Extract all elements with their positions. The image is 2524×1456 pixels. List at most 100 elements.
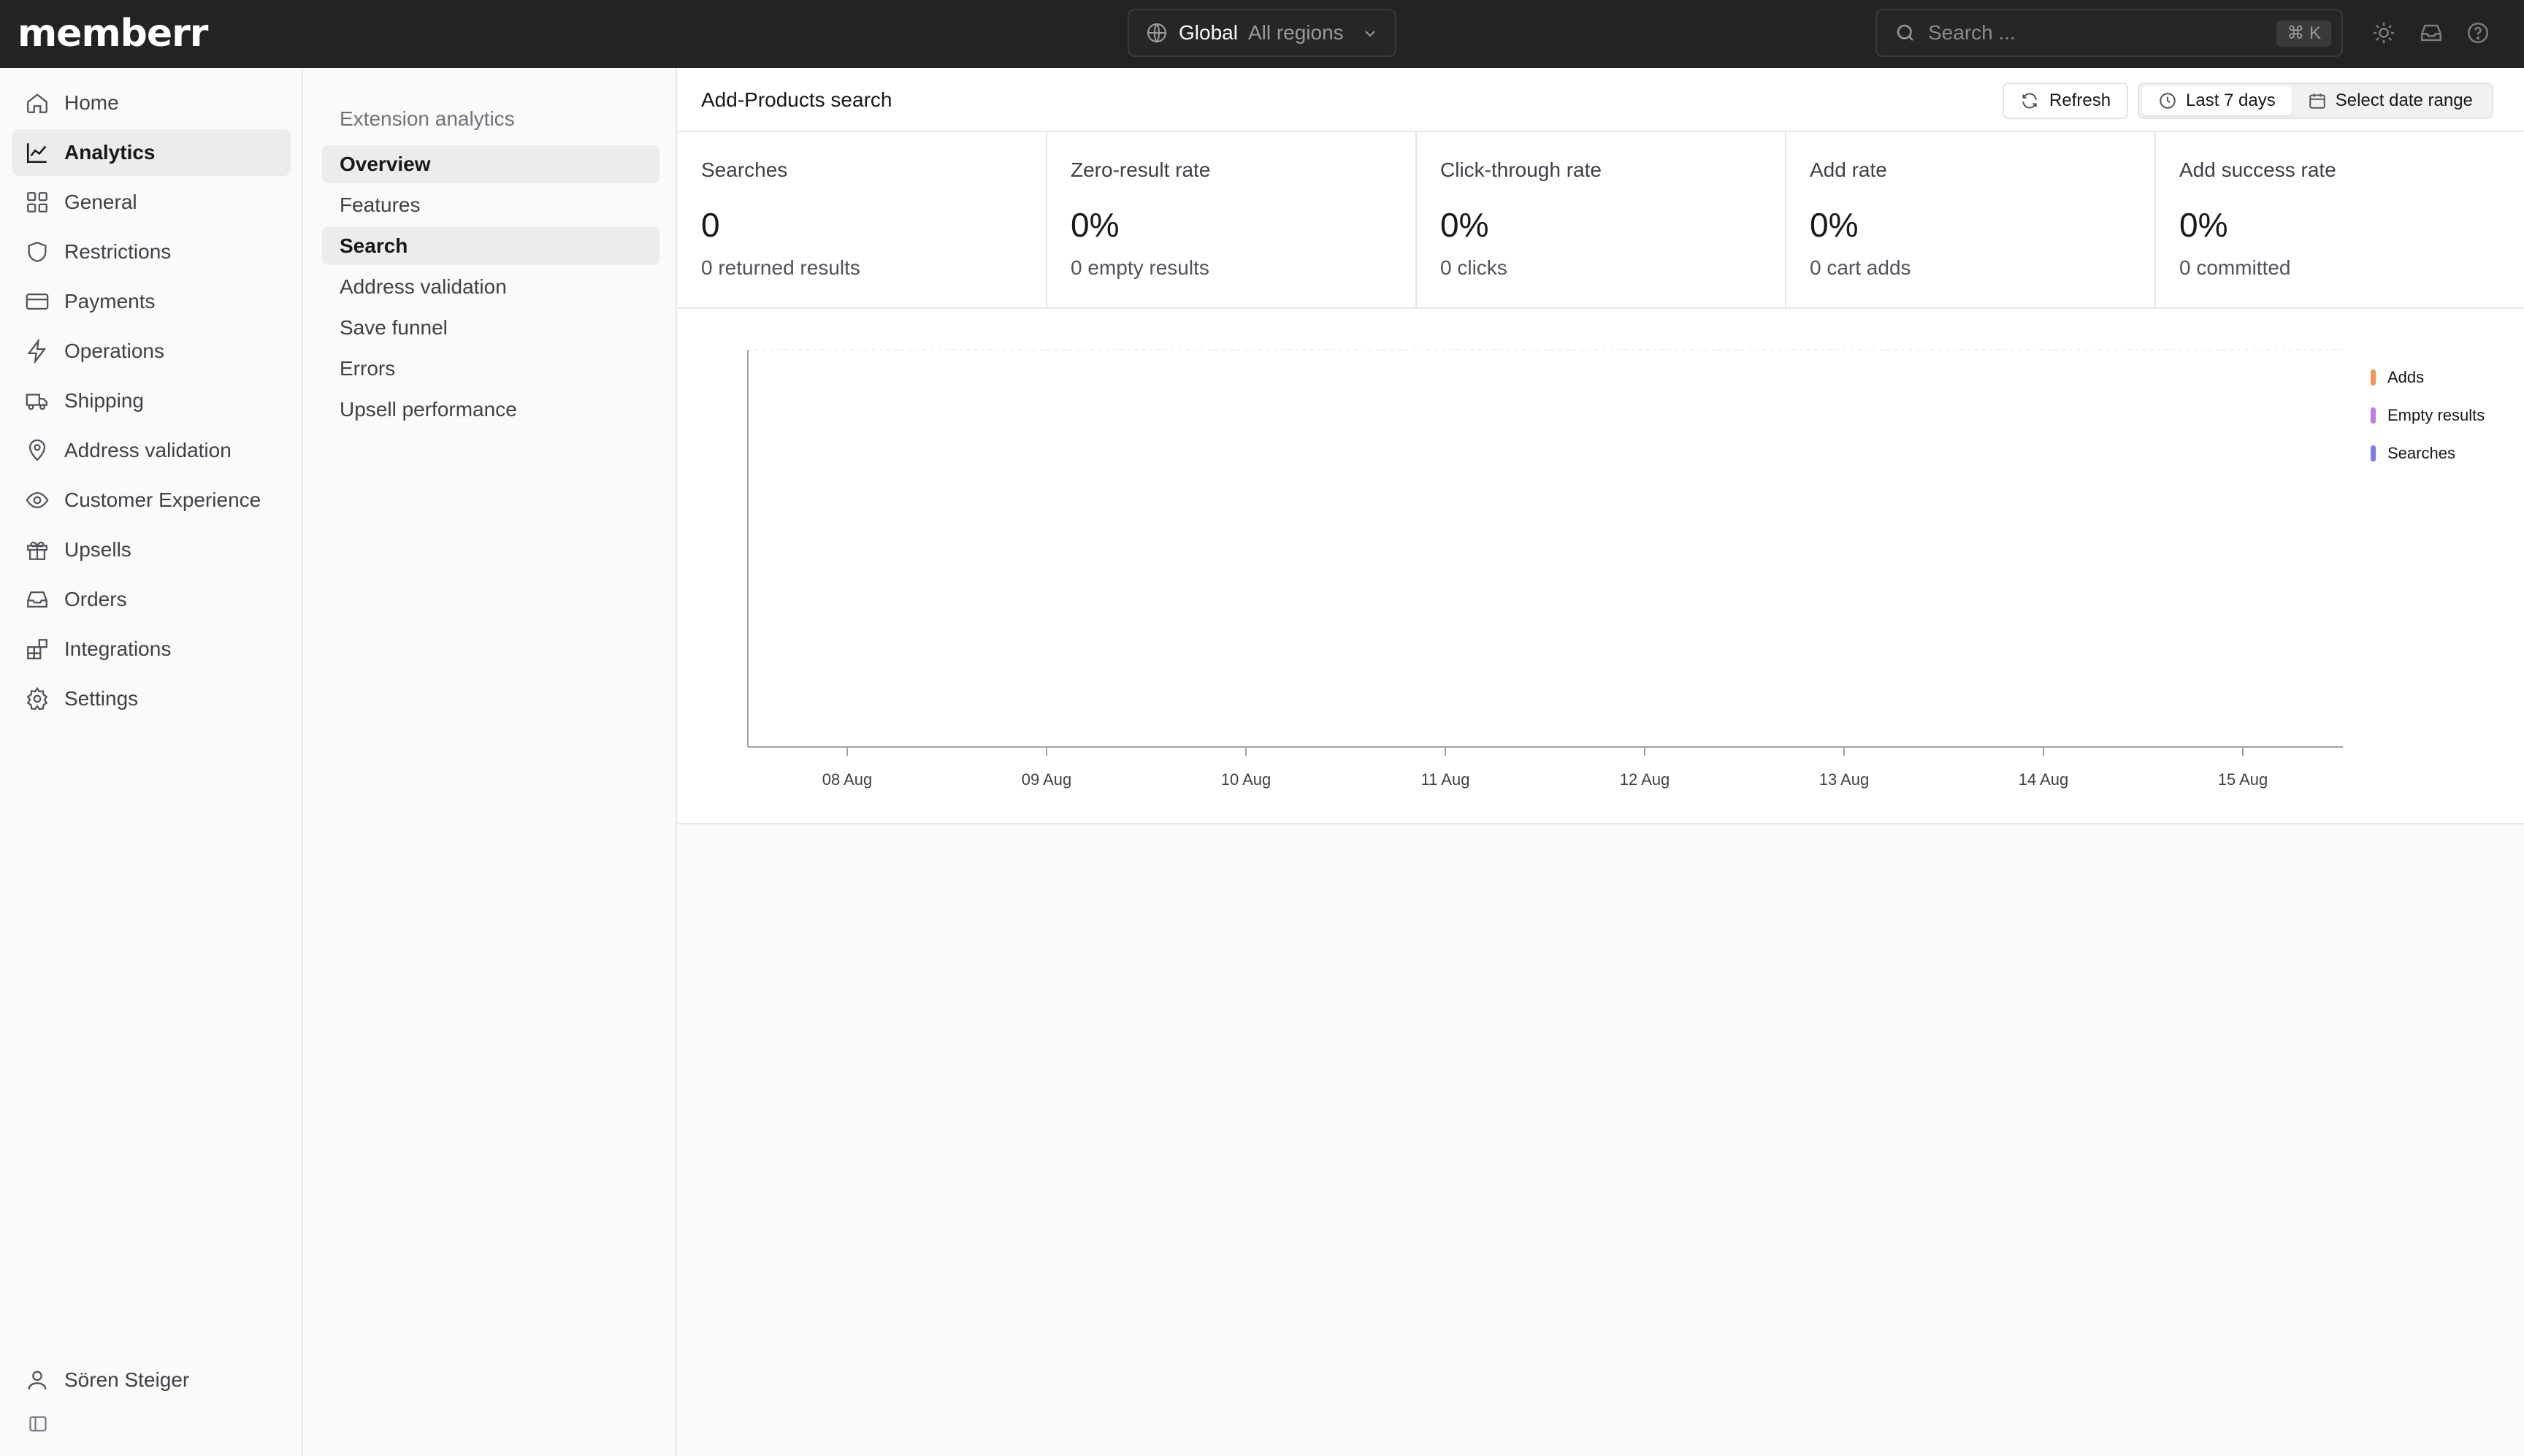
legend-swatch — [2371, 407, 2376, 424]
main-header: Add-Products search Refresh Last 7 days … — [678, 68, 2524, 132]
truck-icon — [26, 394, 47, 410]
stat-value: 0% — [2179, 206, 2228, 244]
subnav-item-overview[interactable]: Overview — [322, 145, 659, 183]
analytics-subnav: Extension analytics Overview Features Se… — [305, 68, 677, 1456]
sidebar-item-orders[interactable]: Orders — [12, 576, 291, 623]
chart-legend: Adds Empty results Searches — [2371, 359, 2485, 472]
sidebar: Home Analytics General Restrictions Paym… — [0, 68, 303, 1456]
subnav-item-save-funnel[interactable]: Save funnel — [322, 309, 659, 347]
stat-card-searches: Searches 0 0 returned results — [678, 132, 1047, 307]
chart-line-icon — [26, 143, 47, 164]
subnav-item-label: Address validation — [340, 275, 507, 298]
stat-sub: 0 returned results — [701, 256, 860, 279]
legend-label: Empty results — [2387, 406, 2485, 424]
sidebar-item-general[interactable]: General — [12, 179, 291, 226]
legend-swatch — [2371, 445, 2376, 461]
app-logo[interactable]: memberr — [18, 13, 208, 54]
sidebar-item-restrictions[interactable]: Restrictions — [12, 229, 291, 275]
globe-icon — [1147, 23, 1167, 43]
sidebar-item-operations[interactable]: Operations — [12, 328, 291, 375]
sidebar-item-integrations[interactable]: Integrations — [12, 626, 291, 673]
sidebar-item-label: Payments — [64, 290, 156, 313]
blocks-icon — [27, 639, 47, 659]
sidebar-item-settings[interactable]: Settings — [12, 675, 291, 722]
main-content: Add-Products search Refresh Last 7 days … — [678, 68, 2524, 1456]
sidebar-item-home[interactable]: Home — [12, 80, 291, 126]
legend-item-searches[interactable]: Searches — [2371, 434, 2485, 472]
sidebar-item-label: Customer Experience — [64, 488, 261, 511]
sidebar-item-customer-experience[interactable]: Customer Experience — [12, 477, 291, 524]
subnav-item-upsell-performance[interactable]: Upsell performance — [322, 391, 659, 429]
stat-card-add-rate: Add rate 0% 0 cart adds — [1786, 132, 2156, 307]
subnav-item-errors[interactable]: Errors — [322, 350, 659, 388]
clock-icon — [2160, 93, 2176, 109]
refresh-label: Refresh — [2049, 91, 2111, 110]
map-pin-icon — [28, 439, 46, 461]
subnav-item-address-validation[interactable]: Address validation — [322, 268, 659, 306]
subnav-item-features[interactable]: Features — [322, 186, 659, 224]
credit-card-icon — [26, 293, 49, 310]
sidebar-item-payments[interactable]: Payments — [12, 278, 291, 325]
x-tick-label: 15 Aug — [2218, 770, 2268, 789]
stat-sub: 0 clicks — [1440, 256, 1507, 279]
help-icon[interactable] — [2466, 20, 2490, 45]
sidebar-item-label: Shipping — [64, 389, 144, 412]
stat-label: Searches — [701, 158, 788, 181]
subnav-item-label: Search — [340, 234, 408, 257]
x-tick-label: 10 Aug — [1221, 770, 1271, 789]
subnav-item-label: Errors — [340, 357, 396, 380]
stat-card-zero-result-rate: Zero-result rate 0% 0 empty results — [1047, 132, 1417, 307]
sidebar-item-label: General — [64, 191, 137, 213]
legend-label: Searches — [2387, 444, 2455, 462]
range-select-date[interactable]: Select date range — [2292, 86, 2489, 115]
search-shortcut: ⌘ K — [2276, 20, 2331, 47]
gift-icon — [27, 541, 47, 560]
stat-label: Add success rate — [2179, 158, 2336, 181]
legend-swatch — [2371, 369, 2376, 386]
sidebar-item-label: Settings — [64, 687, 139, 710]
refresh-button[interactable]: Refresh — [2003, 83, 2129, 119]
home-icon — [27, 93, 47, 113]
sidebar-toggle-icon[interactable] — [28, 1414, 48, 1434]
stat-value: 0 — [701, 206, 720, 244]
grid-icon — [27, 192, 47, 212]
user-name: Sören Steiger — [64, 1368, 190, 1391]
stat-label: Zero-result rate — [1071, 158, 1211, 181]
page-title: Add-Products search — [701, 88, 892, 111]
stat-value: 0% — [1810, 206, 1859, 244]
sidebar-item-label: Integrations — [64, 637, 172, 660]
chevron-down-icon — [1365, 31, 1375, 37]
stat-label: Click-through rate — [1440, 158, 1602, 181]
x-tick-label: 09 Aug — [1022, 770, 1072, 789]
stat-label: Add rate — [1810, 158, 1887, 181]
range-label: Select date range — [2335, 91, 2473, 110]
x-tick-label: 12 Aug — [1620, 770, 1670, 789]
lightning-icon — [27, 339, 47, 364]
legend-item-adds[interactable]: Adds — [2371, 359, 2485, 396]
global-search[interactable]: Search ... ⌘ K — [1875, 9, 2343, 57]
subnav-item-label: Overview — [340, 153, 431, 175]
date-range-toggle: Last 7 days Select date range — [2138, 83, 2493, 119]
range-last-7-days[interactable]: Last 7 days — [2142, 86, 2292, 115]
sidebar-item-upsells[interactable]: Upsells — [12, 526, 291, 573]
stats-row: Searches 0 0 returned results Zero-resul… — [678, 132, 2524, 309]
sidebar-item-label: Operations — [64, 340, 164, 362]
stat-sub: 0 cart adds — [1810, 256, 1911, 279]
gear-icon — [26, 686, 48, 710]
sidebar-item-shipping[interactable]: Shipping — [12, 378, 291, 424]
user-profile[interactable]: Sören Steiger — [25, 1368, 189, 1392]
subnav-item-search[interactable]: Search — [322, 227, 659, 265]
sidebar-item-analytics[interactable]: Analytics — [12, 129, 291, 176]
range-label: Last 7 days — [2186, 91, 2276, 110]
region-selector[interactable]: Global All regions — [1128, 9, 1396, 57]
subnav-title: Extension analytics — [340, 107, 515, 130]
subnav-item-label: Save funnel — [340, 316, 448, 339]
eye-icon — [26, 491, 49, 509]
subnav-item-label: Upsell performance — [340, 398, 517, 421]
inbox-icon[interactable] — [2419, 20, 2444, 45]
legend-item-empty-results[interactable]: Empty results — [2371, 396, 2485, 434]
stat-card-click-through-rate: Click-through rate 0% 0 clicks — [1417, 132, 1786, 307]
sidebar-item-label: Orders — [64, 588, 127, 610]
sidebar-item-address-validation[interactable]: Address validation — [12, 427, 291, 474]
settings-sun-icon[interactable] — [2371, 20, 2396, 45]
